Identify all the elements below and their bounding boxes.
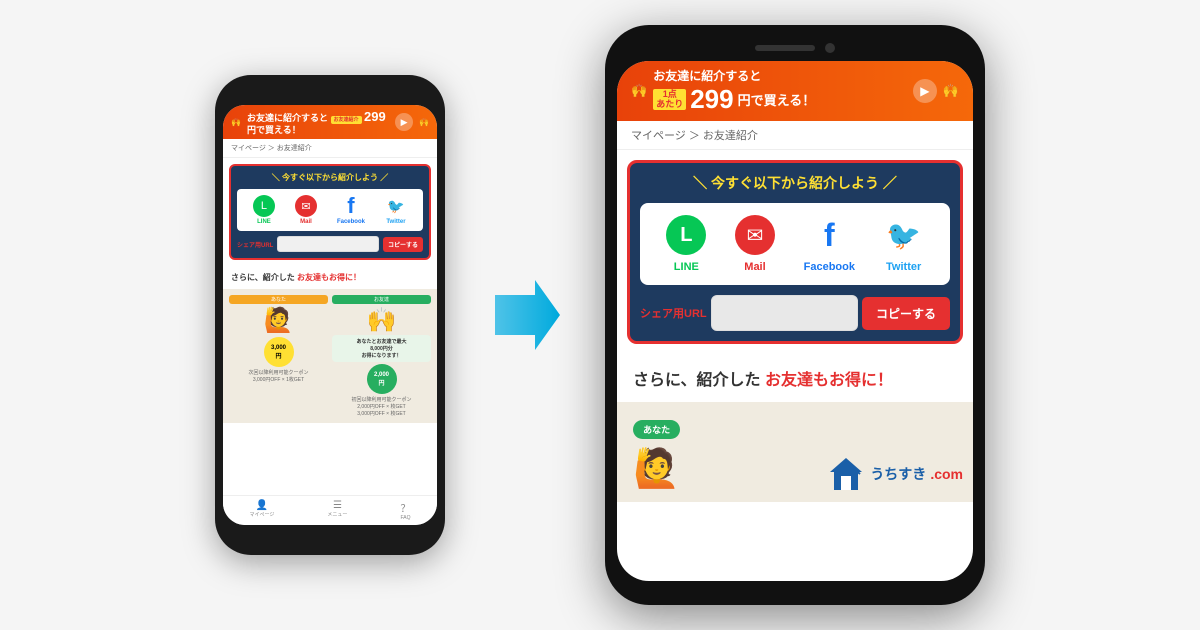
large-share-url-row: シェア用URL コピーする [640, 295, 950, 331]
large-phone-camera [825, 43, 835, 53]
small-you-coupon: 3,000円 [264, 337, 294, 367]
arrow-container [485, 275, 565, 355]
small-phone: 🙌 お友達に紹介すると お友達紹介 299 円で買える！ ▶ 🙌 マイページ ＞… [215, 75, 445, 555]
small-nav-faq[interactable]: ？ FAQ [400, 500, 410, 521]
small-friend-figure: 🙌 [332, 306, 431, 335]
small-copy-button[interactable]: コピーする [383, 237, 423, 252]
large-facebook-label: Facebook [804, 261, 855, 273]
small-facebook-button[interactable]: f Facebook [337, 195, 365, 225]
small-banner-left-figure: 🙌 [231, 118, 241, 127]
small-friend-coupon: 2,000円 [367, 364, 397, 394]
small-mail-button[interactable]: ✉ Mail [295, 195, 317, 225]
small-twitter-button[interactable]: 🐦 Twitter [385, 195, 407, 225]
large-mail-label: Mail [744, 261, 765, 273]
small-friend-amount: あなたとお友達で最大8,000円分お得になります！ [332, 335, 431, 362]
small-you-coupon-label: 次回以降利用可能クーポン3,000円OFF × 1枚GET [229, 369, 328, 383]
large-phone-top-bar [617, 43, 973, 53]
large-banner-content: お友達に紹介すると 1点 あたり 299 円で買える！ [653, 67, 907, 115]
small-twitter-icon: 🐦 [385, 195, 407, 217]
large-phone-speaker [755, 45, 815, 51]
small-banner: 🙌 お友達に紹介すると お友達紹介 299 円で買える！ ▶ 🙌 [223, 105, 437, 139]
small-banner-text: お友達に紹介すると お友達紹介 299 円で買える！ [247, 109, 389, 135]
logo-text: うちすき [870, 464, 926, 484]
small-bottom-nav: 👤 マイページ ☰ メニュー ？ FAQ [223, 495, 437, 525]
large-twitter-button[interactable]: 🐦 Twitter [884, 215, 924, 273]
large-banner-play-icon: ▶ [913, 79, 937, 103]
small-line-button[interactable]: L LINE [253, 195, 275, 225]
small-price-badge: お友達紹介 [331, 116, 362, 124]
small-phone-screen: 🙌 お友達に紹介すると お友達紹介 299 円で買える！ ▶ 🙌 マイページ ＞… [223, 105, 437, 525]
small-mail-label: Mail [300, 219, 312, 225]
large-banner-price: 299 [690, 84, 733, 115]
large-share-title: ＼ 今すぐ以下から紹介しよう ／ [640, 173, 950, 193]
large-copy-button[interactable]: コピーする [862, 297, 950, 330]
large-share-buttons: L LINE ✉ Mail f Facebook 🐦 Twitter [640, 203, 950, 285]
small-further-section: さらに、紹介した お友達もお得に！ [223, 266, 437, 289]
large-url-label: シェア用URL [640, 305, 707, 321]
small-you-label: あなた [229, 295, 328, 304]
small-you-column: あなた 🙋 3,000円 次回以降利用可能クーポン3,000円OFF × 1枚G… [229, 295, 328, 383]
small-banner-play-icon: ▶ [395, 113, 413, 131]
small-twitter-label: Twitter [386, 219, 405, 225]
large-price-badge: 1点 あたり [653, 89, 686, 111]
small-line-label: LINE [257, 219, 271, 225]
small-friend-label: お友達 [332, 295, 431, 304]
arrow-icon [485, 275, 565, 355]
large-line-button[interactable]: L LINE [666, 215, 706, 273]
logo-house-icon [826, 454, 866, 494]
large-banner-pretext: お友達に紹介すると [653, 67, 907, 84]
small-mail-icon: ✉ [295, 195, 317, 217]
large-banner-unit: 円で買える！ [738, 90, 816, 109]
small-line-icon: L [253, 195, 275, 217]
large-breadcrumb: マイページ ＞ お友達紹介 [617, 121, 973, 150]
small-banner-right-figure: 🙌 [419, 118, 429, 127]
small-nav-faq-label: FAQ [400, 515, 410, 521]
large-banner-left-figure: 🙌 [631, 83, 647, 99]
large-twitter-icon: 🐦 [884, 215, 924, 255]
large-further-section: さらに、紹介した お友達もお得に！ [617, 354, 973, 402]
small-friend-column: お友達 🙌 あなたとお友達で最大8,000円分お得になります！ 2,000円 初… [332, 295, 431, 417]
large-banner-right-figure: 🙌 [943, 83, 959, 99]
small-friend-coupon-label: 初回以降利用可能クーポン2,000円OFF × 枚GET3,000円OFF × … [332, 396, 431, 417]
large-you-badge: あなた [633, 420, 680, 439]
large-phone: 🙌 お友達に紹介すると 1点 あたり 299 円で買える！ ▶ 🙌 マイページ … [605, 25, 985, 605]
small-url-input[interactable] [277, 236, 379, 252]
small-phone-notch [295, 89, 365, 99]
small-nav-mypage[interactable]: 👤 マイページ [250, 500, 275, 521]
large-banner: 🙌 お友達に紹介すると 1点 あたり 299 円で買える！ ▶ 🙌 [617, 61, 973, 121]
large-facebook-icon: f [809, 215, 849, 255]
large-bottom-area: あなた 🙋 うちすき .com [617, 402, 973, 502]
large-url-input[interactable] [711, 295, 858, 331]
large-banner-price-row: 1点 あたり 299 円で買える！ [653, 84, 907, 115]
large-line-label: LINE [674, 261, 699, 273]
small-facebook-label: Facebook [337, 219, 365, 225]
large-logo: うちすき .com [826, 454, 963, 494]
small-nav-mypage-icon: 👤 [256, 500, 268, 511]
small-nav-menu-icon: ☰ [333, 500, 342, 511]
small-nav-mypage-label: マイページ [250, 511, 275, 518]
small-share-section: ＼ 今すぐ以下から紹介しよう ／ L LINE ✉ Mail f Faceboo… [229, 164, 431, 260]
small-share-url-row: シェア用URL コピーする [237, 236, 423, 252]
small-share-title: ＼ 今すぐ以下から紹介しよう ／ [237, 172, 423, 183]
large-phone-screen: 🙌 お友達に紹介すると 1点 あたり 299 円で買える！ ▶ 🙌 マイページ … [617, 61, 973, 581]
small-nav-faq-icon: ？ [400, 500, 410, 515]
small-breadcrumb: マイページ ＞ お友達紹介 [223, 139, 437, 158]
small-url-label: シェア用URL [237, 240, 273, 249]
large-mail-icon: ✉ [735, 215, 775, 255]
small-share-buttons: L LINE ✉ Mail f Facebook 🐦 Twitter [237, 189, 423, 231]
large-you-column: あなた 🙋 [633, 412, 680, 491]
large-mail-button[interactable]: ✉ Mail [735, 215, 775, 273]
large-you-figure: 🙋 [633, 447, 680, 491]
small-you-figure: 🙋 [229, 306, 328, 335]
large-share-section: ＼ 今すぐ以下から紹介しよう ／ L LINE ✉ Mail f Faceboo… [627, 160, 963, 344]
small-nav-menu[interactable]: ☰ メニュー [327, 500, 347, 521]
small-nav-menu-label: メニュー [327, 511, 347, 518]
large-twitter-label: Twitter [886, 261, 921, 273]
logo-domain: .com [930, 466, 963, 482]
large-line-icon: L [666, 215, 706, 255]
small-facebook-icon: f [340, 195, 362, 217]
large-facebook-button[interactable]: f Facebook [804, 215, 855, 273]
small-cards-area: あなた 🙋 3,000円 次回以降利用可能クーポン3,000円OFF × 1枚G… [223, 289, 437, 423]
